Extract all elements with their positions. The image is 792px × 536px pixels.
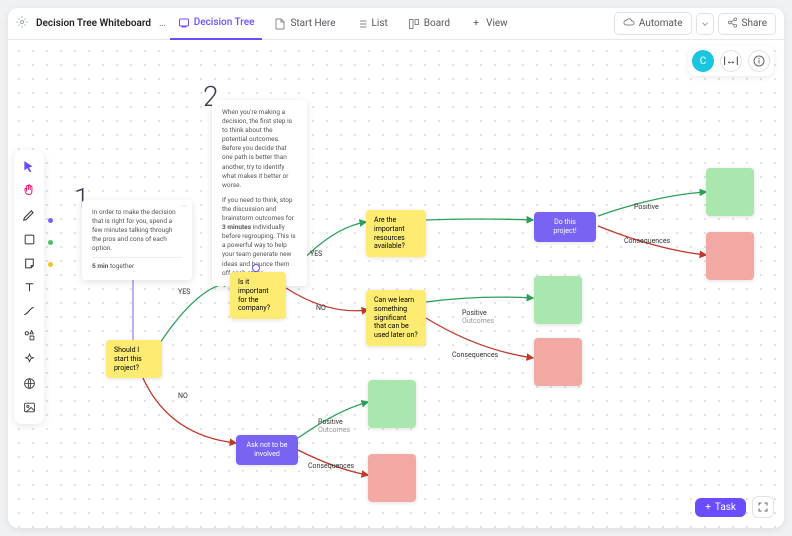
bottom-right-group: + Task: [695, 496, 774, 518]
note-footer: 5 min together: [92, 262, 182, 271]
connector-tool[interactable]: [17, 300, 41, 322]
shape-tool[interactable]: [17, 228, 41, 250]
node-important[interactable]: Is it important for the company?: [230, 272, 286, 319]
doc-icon: [274, 18, 286, 30]
note-p1: When you're making a decision, the first…: [222, 108, 297, 190]
list-icon: [356, 18, 368, 30]
edge-label-yes: YES: [310, 250, 322, 258]
edge-label-consequences: Consequences: [452, 351, 498, 359]
cloud-icon: [623, 16, 635, 31]
outcome-red-2[interactable]: [534, 338, 582, 386]
tab-list[interactable]: List: [348, 8, 396, 40]
tab-label: Start Here: [290, 18, 335, 29]
whiteboard-canvas[interactable]: C |↔|: [8, 40, 784, 528]
share-button[interactable]: Share: [718, 13, 776, 35]
chevron-down-icon: [700, 19, 710, 29]
outcome-red-3[interactable]: [368, 454, 416, 502]
outcome-green-1[interactable]: [706, 168, 754, 216]
node-start[interactable]: Should I start this project?: [106, 340, 162, 378]
info-icon: [753, 55, 765, 67]
automate-label: Automate: [639, 18, 683, 29]
fit-width-button[interactable]: |↔|: [720, 50, 742, 72]
node-do-this[interactable]: Do this project!: [534, 212, 596, 242]
note-card-2[interactable]: When you're making a decision, the first…: [212, 100, 307, 286]
outcome-red-1[interactable]: [706, 232, 754, 280]
plus-icon: +: [470, 18, 482, 30]
cursor-tool[interactable]: [17, 156, 41, 178]
sticky-tool[interactable]: [17, 252, 41, 274]
tab-label: Board: [424, 18, 450, 29]
avatar[interactable]: C: [692, 50, 714, 72]
node-label: Is it important for the company?: [238, 278, 270, 312]
edge-label-consequences: Consequences: [624, 237, 670, 245]
page-title[interactable]: Decision Tree Whiteboard: [36, 18, 151, 29]
board-icon: [408, 18, 420, 30]
edge-label-yes: YES: [178, 288, 190, 296]
tab-decision-tree[interactable]: Decision Tree: [170, 8, 263, 40]
workspace-settings-icon[interactable]: [16, 16, 28, 31]
text-tool[interactable]: [17, 276, 41, 298]
outcome-green-2[interactable]: [534, 276, 582, 324]
node-ask-not[interactable]: Ask not to be involved: [236, 435, 298, 465]
automate-dropdown[interactable]: [696, 13, 714, 35]
canvas-util-group: C |↔|: [688, 46, 774, 76]
plus-icon: +: [705, 502, 711, 513]
embed-tool[interactable]: [17, 372, 41, 394]
topbar: Decision Tree Whiteboard … Decision Tree…: [8, 8, 784, 40]
node-label: Ask not to be involved: [247, 441, 288, 458]
pen-tool[interactable]: [17, 204, 41, 226]
node-learn[interactable]: Can we learn something significant that …: [366, 290, 426, 346]
note-body: In order to make the decision that is ri…: [92, 208, 182, 253]
whiteboard-icon: [178, 17, 190, 29]
node-label: Can we learn something significant that …: [374, 296, 418, 339]
ai-tool[interactable]: [17, 348, 41, 370]
tab-label: List: [372, 18, 388, 29]
fullscreen-icon: [757, 501, 769, 513]
title-overflow: …: [159, 18, 166, 29]
add-view-button[interactable]: + View: [462, 8, 516, 40]
note-drag-icon[interactable]: ⋯: [182, 202, 189, 211]
color-swatch-green[interactable]: [48, 240, 53, 245]
share-icon: [727, 17, 738, 31]
outcome-green-3[interactable]: [368, 380, 416, 428]
app-frame: Decision Tree Whiteboard … Decision Tree…: [8, 8, 784, 528]
edge-label-no: NO: [316, 304, 326, 312]
add-view-label: View: [486, 18, 508, 29]
tab-board[interactable]: Board: [400, 8, 458, 40]
automate-button[interactable]: Automate: [614, 12, 692, 35]
shapes-library-tool[interactable]: [17, 324, 41, 346]
info-button[interactable]: [748, 50, 770, 72]
fullscreen-button[interactable]: [752, 496, 774, 518]
hand-tool[interactable]: [17, 180, 41, 202]
edge-label-positive: Positive: [634, 203, 659, 211]
canvas-toolbar: [14, 150, 44, 424]
color-swatch-yellow[interactable]: [48, 262, 53, 267]
task-label: Task: [715, 502, 736, 513]
image-tool[interactable]: [17, 396, 41, 418]
avatar-initial: C: [700, 56, 707, 67]
edge-label-no: NO: [178, 392, 188, 400]
fit-width-icon: |↔|: [724, 56, 739, 67]
color-swatch-purple[interactable]: [48, 218, 53, 223]
node-label: Do this project!: [553, 218, 576, 235]
node-label: Are the important resources available?: [374, 216, 405, 250]
tab-label: Decision Tree: [194, 17, 255, 28]
note-card-1[interactable]: ⋯ In order to make the decision that is …: [82, 200, 192, 280]
edge-label-consequences: Consequences: [308, 462, 354, 470]
tab-start-here[interactable]: Start Here: [266, 8, 343, 40]
connector-handle[interactable]: [252, 264, 260, 272]
node-label: Should I start this project?: [114, 346, 142, 372]
share-label: Share: [742, 18, 767, 29]
create-task-button[interactable]: + Task: [695, 498, 746, 517]
node-resources[interactable]: Are the important resources available?: [366, 210, 426, 257]
edge-label-positive: PositiveOutcomes: [462, 309, 494, 325]
edge-label-positive: PositiveOutcomes: [318, 418, 350, 434]
